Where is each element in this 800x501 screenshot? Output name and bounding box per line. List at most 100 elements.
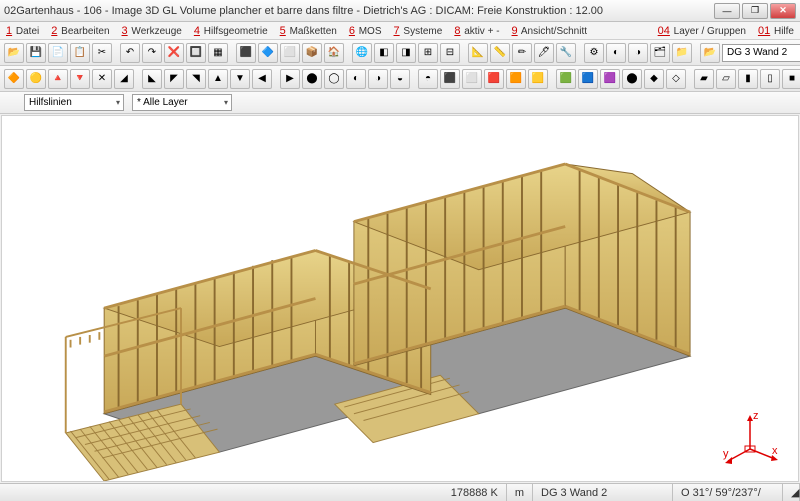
layer-bar: Hilfslinien * Alle Layer [0,92,800,114]
layer-combo[interactable]: DG 3 Wand 2 [722,44,800,62]
toolbar1-btn-5[interactable]: ↶ [120,43,140,63]
hilfslinien-dropdown[interactable]: Hilfslinien [24,94,124,111]
toolbar1-btn-16[interactable]: ◧ [374,43,394,63]
minimize-button[interactable]: — [714,3,740,19]
toolbar1-btn-2[interactable]: 📄 [48,43,68,63]
toolbar1-btn-22[interactable]: ✏ [512,43,532,63]
toolbar2-btn-29[interactable]: ◇ [666,69,686,89]
toolbar2-btn-7[interactable]: ◤ [164,69,184,89]
menu-datei[interactable]: 1 Datei [6,25,39,37]
toolbar2-btn-22[interactable]: 🟧 [506,69,526,89]
toolbar2-btn-15[interactable]: ◐ [346,69,366,89]
toolbar1-btn-12[interactable]: ⬜ [280,43,300,63]
axis-gizmo: z x y [720,409,780,469]
menu-aktiv + -[interactable]: 8 aktiv + - [454,25,499,37]
toolbar1-btn-28[interactable]: 🗂 [650,43,670,63]
toolbar1-btn-11[interactable]: 🔷 [258,43,278,63]
toolbar2-btn-33[interactable]: ▯ [760,69,780,89]
toolbar1-btn-20[interactable]: 📐 [468,43,488,63]
3d-render [2,116,798,481]
status-memory: 178888 K [443,484,507,501]
toolbar1-btn-1[interactable]: 💾 [26,43,46,63]
svg-text:z: z [753,410,759,422]
svg-text:y: y [723,448,729,460]
toolbar1-btn-9[interactable]: ▦ [208,43,228,63]
toolbar1-btn-30[interactable]: 📂 [700,43,720,63]
menu-werkzeuge[interactable]: 3 Werkzeuge [122,25,182,37]
toolbar2-btn-18[interactable]: ◓ [418,69,438,89]
toolbar2-btn-12[interactable]: ▶ [280,69,300,89]
menu-mos[interactable]: 6 MOS [349,25,382,37]
toolbar1-btn-8[interactable]: 🔲 [186,43,206,63]
toolbar-row-1: 📂💾📄📋✂↶↷❌🔲▦⬛🔷⬜📦🏠🌐◧◨⊞⊟📐📏✏🖊🔧⚙◐◑🗂📁📂DG 3 Wand… [0,40,800,66]
statusbar: 178888 K m DG 3 Wand 2 O 31°/ 59°/237°/ … [0,483,800,501]
toolbar2-btn-32[interactable]: ▮ [738,69,758,89]
layer-dropdown[interactable]: * Alle Layer [132,94,232,111]
window-title: 02Gartenhaus - 106 - Image 3D GL Volume … [4,5,714,17]
status-orientation: O 31°/ 59°/237°/ [673,484,783,501]
toolbar2-btn-28[interactable]: ◆ [644,69,664,89]
close-button[interactable]: ✕ [770,3,796,19]
toolbar1-btn-10[interactable]: ⬛ [236,43,256,63]
toolbar1-btn-13[interactable]: 📦 [302,43,322,63]
toolbar2-btn-27[interactable]: ⬤ [622,69,642,89]
toolbar-row-2: 🔶🟡🔺🔻✕◢◣◤◥▲▼◀▶⬤◯◐◑◒◓⬛⬜🟥🟧🟨🟩🟦🟪⬤◆◇▰▱▮▯■□▪▫◼◻… [0,66,800,92]
toolbar2-btn-21[interactable]: 🟥 [484,69,504,89]
status-unit: m [507,484,533,501]
toolbar1-btn-25[interactable]: ⚙ [584,43,604,63]
toolbar2-btn-6[interactable]: ◣ [142,69,162,89]
toolbar1-btn-3[interactable]: 📋 [70,43,90,63]
toolbar2-btn-30[interactable]: ▰ [694,69,714,89]
toolbar1-btn-27[interactable]: ◑ [628,43,648,63]
toolbar2-btn-2[interactable]: 🔺 [48,69,68,89]
menu-hilfe[interactable]: 01 Hilfe [758,25,794,37]
toolbar2-btn-8[interactable]: ◥ [186,69,206,89]
toolbar1-btn-23[interactable]: 🖊 [534,43,554,63]
toolbar1-btn-26[interactable]: ◐ [606,43,626,63]
menu-ansicht/schnitt[interactable]: 9 Ansicht/Schnitt [512,25,588,37]
toolbar2-btn-19[interactable]: ⬛ [440,69,460,89]
menu-maßketten[interactable]: 5 Maßketten [280,25,337,37]
menu-layer / gruppen[interactable]: 04 Layer / Gruppen [658,25,746,37]
toolbar2-btn-25[interactable]: 🟦 [578,69,598,89]
toolbar2-btn-4[interactable]: ✕ [92,69,112,89]
toolbar2-btn-13[interactable]: ⬤ [302,69,322,89]
toolbar1-btn-24[interactable]: 🔧 [556,43,576,63]
toolbar1-btn-7[interactable]: ❌ [164,43,184,63]
toolbar1-btn-18[interactable]: ⊞ [418,43,438,63]
toolbar2-btn-11[interactable]: ◀ [252,69,272,89]
toolbar2-btn-23[interactable]: 🟨 [528,69,548,89]
toolbar2-btn-20[interactable]: ⬜ [462,69,482,89]
toolbar2-btn-31[interactable]: ▱ [716,69,736,89]
menu-systeme[interactable]: 7 Systeme [394,25,443,37]
status-layer: DG 3 Wand 2 [533,484,673,501]
toolbar2-btn-9[interactable]: ▲ [208,69,228,89]
toolbar2-btn-26[interactable]: 🟪 [600,69,620,89]
svg-text:x: x [772,445,778,457]
maximize-button[interactable]: ❐ [742,3,768,19]
toolbar1-btn-29[interactable]: 📁 [672,43,692,63]
toolbar1-btn-15[interactable]: 🌐 [352,43,372,63]
titlebar: 02Gartenhaus - 106 - Image 3D GL Volume … [0,0,800,22]
toolbar1-btn-14[interactable]: 🏠 [324,43,344,63]
3d-viewport[interactable]: z x y [1,115,799,482]
toolbar1-btn-0[interactable]: 📂 [4,43,24,63]
menu-hilfsgeometrie[interactable]: 4 Hilfsgeometrie [194,25,268,37]
toolbar2-btn-10[interactable]: ▼ [230,69,250,89]
toolbar1-btn-17[interactable]: ◨ [396,43,416,63]
toolbar1-btn-19[interactable]: ⊟ [440,43,460,63]
toolbar1-btn-4[interactable]: ✂ [92,43,112,63]
toolbar2-btn-34[interactable]: ■ [782,69,800,89]
toolbar2-btn-24[interactable]: 🟩 [556,69,576,89]
toolbar2-btn-0[interactable]: 🔶 [4,69,24,89]
toolbar1-btn-6[interactable]: ↷ [142,43,162,63]
toolbar2-btn-14[interactable]: ◯ [324,69,344,89]
toolbar1-btn-21[interactable]: 📏 [490,43,510,63]
toolbar2-btn-16[interactable]: ◑ [368,69,388,89]
toolbar2-btn-3[interactable]: 🔻 [70,69,90,89]
toolbar2-btn-5[interactable]: ◢ [114,69,134,89]
toolbar2-btn-17[interactable]: ◒ [390,69,410,89]
toolbar2-btn-1[interactable]: 🟡 [26,69,46,89]
menu-bearbeiten[interactable]: 2 Bearbeiten [51,25,109,37]
status-resize-grip[interactable]: ◢ [783,484,800,501]
